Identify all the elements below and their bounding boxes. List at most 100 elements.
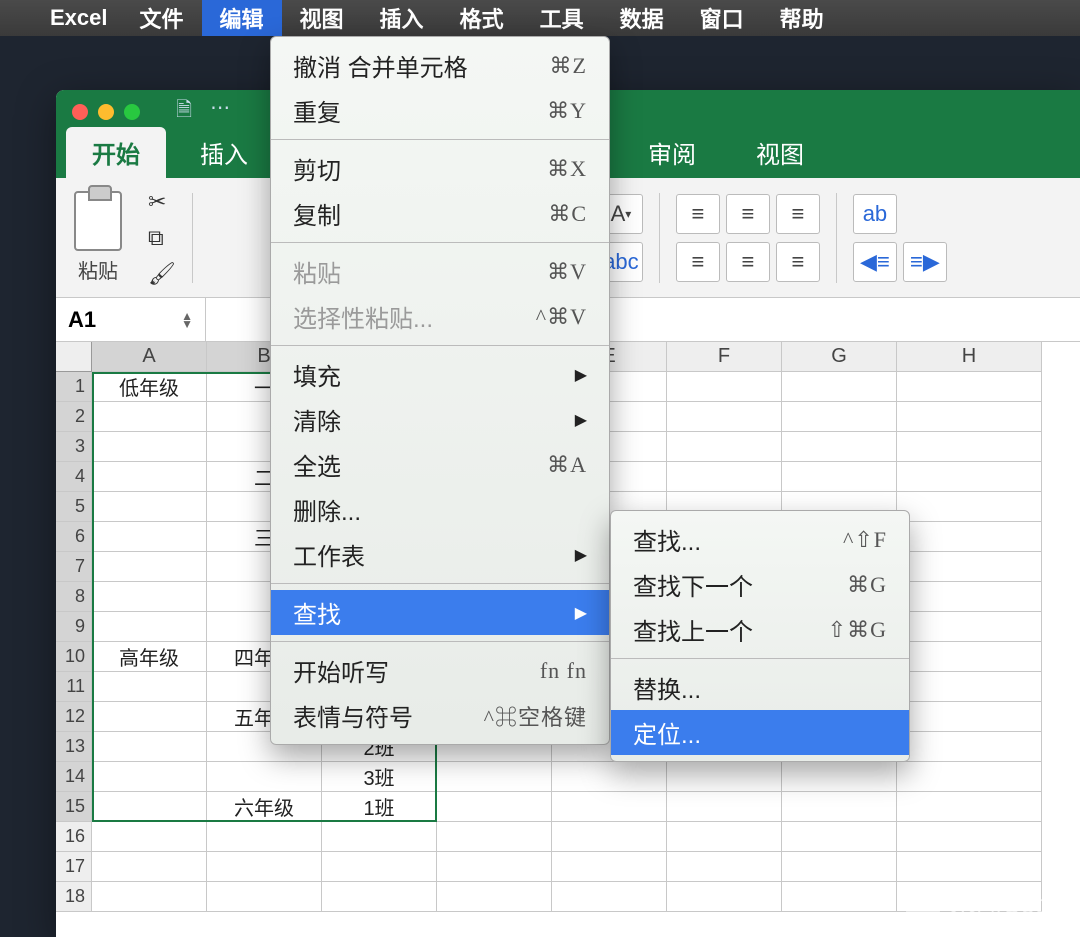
cell-F17[interactable]	[667, 852, 782, 882]
cell-D14[interactable]	[437, 762, 552, 792]
row-head-7[interactable]: 7	[56, 552, 92, 582]
menu-item[interactable]: 工作表▶	[271, 532, 609, 577]
row-head-16[interactable]: 16	[56, 822, 92, 852]
cell-G15[interactable]	[782, 792, 897, 822]
cell-E14[interactable]	[552, 762, 667, 792]
cell-A9[interactable]	[92, 612, 207, 642]
cell-A8[interactable]	[92, 582, 207, 612]
row-head-10[interactable]: 10	[56, 642, 92, 672]
cell-H8[interactable]	[897, 582, 1042, 612]
menu-item[interactable]: 表情与符号^⌘空格键	[271, 693, 609, 738]
row-head-18[interactable]: 18	[56, 882, 92, 912]
cell-A2[interactable]	[92, 402, 207, 432]
menu-item[interactable]: 清除▶	[271, 397, 609, 442]
menu-item[interactable]: 选择性粘贴...^⌘V	[271, 294, 609, 339]
row-head-3[interactable]: 3	[56, 432, 92, 462]
cell-H4[interactable]	[897, 462, 1042, 492]
cell-A4[interactable]	[92, 462, 207, 492]
row-head-14[interactable]: 14	[56, 762, 92, 792]
cell-A1[interactable]: 低年级	[92, 372, 207, 402]
cell-E17[interactable]	[552, 852, 667, 882]
cell-F18[interactable]	[667, 882, 782, 912]
submenu-item[interactable]: 查找下一个⌘G	[611, 562, 909, 607]
menu-item[interactable]: 删除...	[271, 487, 609, 532]
name-box[interactable]: A1 ▲▼	[56, 298, 206, 341]
cell-H9[interactable]	[897, 612, 1042, 642]
cell-D16[interactable]	[437, 822, 552, 852]
cell-H1[interactable]	[897, 372, 1042, 402]
row-head-8[interactable]: 8	[56, 582, 92, 612]
cell-A11[interactable]	[92, 672, 207, 702]
align-center-button[interactable]: ≡	[726, 242, 770, 282]
cell-H15[interactable]	[897, 792, 1042, 822]
align-top-button[interactable]: ≡	[676, 194, 720, 234]
row-head-2[interactable]: 2	[56, 402, 92, 432]
submenu-item[interactable]: 查找上一个⇧⌘G	[611, 607, 909, 652]
row-head-5[interactable]: 5	[56, 492, 92, 522]
cell-G18[interactable]	[782, 882, 897, 912]
menu-file[interactable]: 文件	[122, 0, 202, 36]
cell-C18[interactable]	[322, 882, 437, 912]
submenu-item[interactable]: 替换...	[611, 665, 909, 710]
align-right-button[interactable]: ≡	[776, 242, 820, 282]
menu-data[interactable]: 数据	[602, 0, 682, 36]
cell-F4[interactable]	[667, 462, 782, 492]
cell-H2[interactable]	[897, 402, 1042, 432]
row-head-15[interactable]: 15	[56, 792, 92, 822]
stepper-icon[interactable]: ▲▼	[181, 312, 193, 328]
menu-item[interactable]: 粘贴⌘V	[271, 249, 609, 294]
row-head-9[interactable]: 9	[56, 612, 92, 642]
cell-F14[interactable]	[667, 762, 782, 792]
row-head-6[interactable]: 6	[56, 522, 92, 552]
col-head-F[interactable]: F	[667, 342, 782, 372]
cell-B15[interactable]: 六年级	[207, 792, 322, 822]
cell-A14[interactable]	[92, 762, 207, 792]
cell-C17[interactable]	[322, 852, 437, 882]
cell-F3[interactable]	[667, 432, 782, 462]
cell-D18[interactable]	[437, 882, 552, 912]
cell-H7[interactable]	[897, 552, 1042, 582]
cell-D15[interactable]	[437, 792, 552, 822]
row-head-1[interactable]: 1	[56, 372, 92, 402]
submenu-item[interactable]: 定位...	[611, 710, 909, 755]
cell-H3[interactable]	[897, 432, 1042, 462]
cell-A5[interactable]	[92, 492, 207, 522]
tab-review[interactable]: 审阅	[622, 127, 722, 178]
cell-A17[interactable]	[92, 852, 207, 882]
row-head-11[interactable]: 11	[56, 672, 92, 702]
cell-D17[interactable]	[437, 852, 552, 882]
more-icon[interactable]: ⋯	[210, 95, 230, 129]
cell-A10[interactable]: 高年级	[92, 642, 207, 672]
cell-B16[interactable]	[207, 822, 322, 852]
row-head-4[interactable]: 4	[56, 462, 92, 492]
row-head-12[interactable]: 12	[56, 702, 92, 732]
cell-F2[interactable]	[667, 402, 782, 432]
col-head-H[interactable]: H	[897, 342, 1042, 372]
cell-G14[interactable]	[782, 762, 897, 792]
submenu-item[interactable]: 查找...^⇧F	[611, 517, 909, 562]
cell-G17[interactable]	[782, 852, 897, 882]
menu-item[interactable]: 全选⌘A	[271, 442, 609, 487]
menu-item[interactable]: 重复⌘Y	[271, 88, 609, 133]
tab-home[interactable]: 开始	[66, 127, 166, 178]
tab-view[interactable]: 视图	[730, 127, 830, 178]
cell-H6[interactable]	[897, 522, 1042, 552]
cell-H17[interactable]	[897, 852, 1042, 882]
menu-item[interactable]: 填充▶	[271, 352, 609, 397]
select-all-corner[interactable]	[56, 342, 92, 372]
close-icon[interactable]	[72, 104, 88, 120]
zoom-icon[interactable]	[124, 104, 140, 120]
align-left-button[interactable]: ≡	[676, 242, 720, 282]
col-head-A[interactable]: A	[92, 342, 207, 372]
cell-G16[interactable]	[782, 822, 897, 852]
wrap-text-button[interactable]: ab	[853, 194, 897, 234]
cell-B14[interactable]	[207, 762, 322, 792]
align-middle-button[interactable]: ≡	[726, 194, 770, 234]
menu-item[interactable]: 开始听写fn fn	[271, 648, 609, 693]
cell-A13[interactable]	[92, 732, 207, 762]
menu-help[interactable]: 帮助	[762, 0, 842, 36]
row-head-13[interactable]: 13	[56, 732, 92, 762]
cell-A12[interactable]	[92, 702, 207, 732]
cell-C16[interactable]	[322, 822, 437, 852]
cell-G4[interactable]	[782, 462, 897, 492]
